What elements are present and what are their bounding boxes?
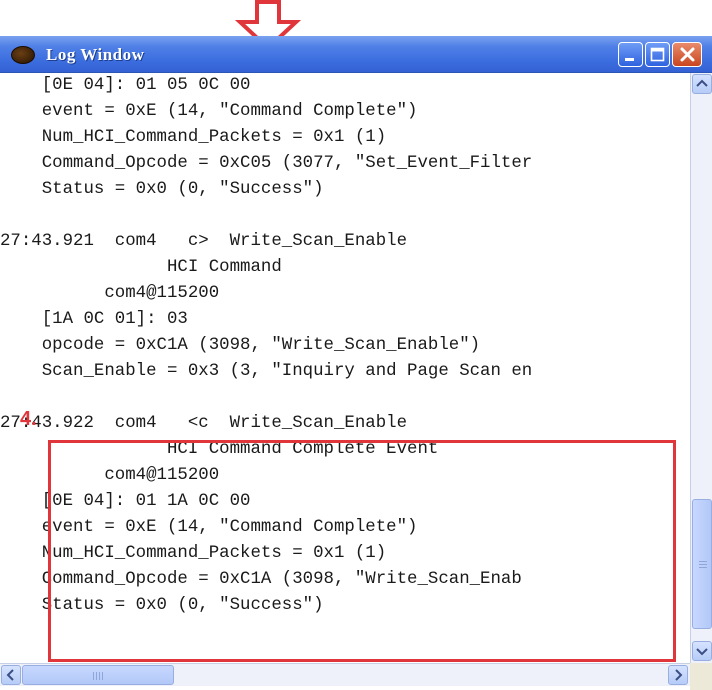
maximize-icon <box>650 47 665 62</box>
annotation-step-number: 4. <box>20 408 37 430</box>
log-line: Scan_Enable = 0x3 (3, "Inquiry and Page … <box>0 362 533 381</box>
vertical-scrollbar[interactable] <box>690 73 712 663</box>
log-line: com4@115200 <box>0 284 220 303</box>
scroll-up-arrow-icon <box>696 79 708 87</box>
close-icon <box>680 47 695 62</box>
log-line: opcode = 0xC1A (3098, "Write_Scan_Enable… <box>0 336 481 355</box>
horizontal-scroll-thumb[interactable] <box>22 665 174 685</box>
log-app-icon[interactable] <box>11 46 35 64</box>
scroll-down-button[interactable] <box>692 641 712 661</box>
scroll-right-button[interactable] <box>668 665 688 685</box>
scroll-left-arrow-icon <box>6 669 14 681</box>
annotation-highlight-box <box>48 440 676 662</box>
scroll-up-button[interactable] <box>692 74 712 94</box>
maximize-button[interactable] <box>645 42 670 67</box>
horizontal-scrollbar[interactable] <box>0 663 690 686</box>
minimize-button[interactable] <box>618 42 643 67</box>
log-line: Num_HCI_Command_Packets = 0x1 (1) <box>0 128 387 147</box>
log-line: 27:43.921 com4 c> Write_Scan_Enable <box>0 232 408 251</box>
scroll-left-button[interactable] <box>1 665 21 685</box>
scroll-right-arrow-icon <box>675 669 683 681</box>
close-button[interactable] <box>672 42 702 67</box>
log-line: [0E 04]: 01 05 0C 00 <box>0 76 251 95</box>
log-line: HCI Command <box>0 258 282 277</box>
log-line: Status = 0x0 (0, "Success") <box>0 180 324 199</box>
log-line: 27:43.922 com4 <c Write_Scan_Enable <box>0 414 408 433</box>
resize-grip[interactable] <box>690 663 712 690</box>
vertical-scroll-thumb[interactable] <box>692 499 712 629</box>
window-title: Log Window <box>46 45 145 64</box>
scroll-grip <box>93 672 103 680</box>
log-line: event = 0xE (14, "Command Complete") <box>0 102 418 121</box>
log-line: Command_Opcode = 0xC05 (3077, "Set_Event… <box>0 154 533 173</box>
log-window: Log Window [0E 04]: 01 05 0C 00 event = … <box>0 36 712 690</box>
title-bar[interactable]: Log Window <box>0 36 712 73</box>
minimize-icon <box>625 58 634 61</box>
log-line: [1A 0C 01]: 03 <box>0 310 188 329</box>
log-content[interactable]: [0E 04]: 01 05 0C 00 event = 0xE (14, "C… <box>0 73 690 663</box>
scroll-grip <box>699 561 707 569</box>
scroll-down-arrow-icon <box>696 648 708 656</box>
